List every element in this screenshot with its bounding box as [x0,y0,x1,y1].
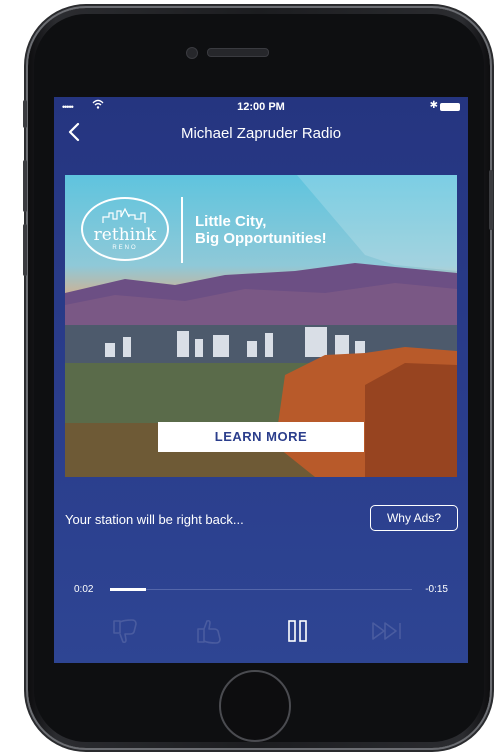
status-time: 12:00 PM [237,101,285,113]
learn-more-button[interactable]: LEARN MORE [158,422,364,452]
app-screen: ••••• 12:00 PM ✱ Michael Zapruder Radio [54,97,468,663]
thumbs-down-button[interactable] [110,617,146,647]
thumbs-down-icon [113,619,137,644]
pause-icon [288,620,307,642]
why-ads-button[interactable]: Why Ads? [370,505,458,531]
thumbs-up-button[interactable] [194,617,230,647]
skip-button[interactable] [370,617,406,647]
rethink-reno-logo: rethink RENO [81,197,169,261]
volume-down-button [23,224,27,276]
status-bar: ••••• 12:00 PM ✱ [54,97,468,117]
ad-logo-subtext: RENO [112,245,138,251]
skip-forward-icon [372,622,401,640]
ad-headline-line2: Big Opportunities! [195,230,327,247]
home-button[interactable] [219,670,291,742]
front-camera [186,47,198,59]
ad-banner[interactable]: rethink RENO Little City, Big Opportunit… [65,175,457,477]
remaining-time: -0:15 [425,584,448,595]
pause-button[interactable] [283,617,319,647]
ad-divider [181,197,183,263]
ad-headline-line1: Little City, [195,213,267,230]
bluetooth-icon: ✱ [429,100,438,111]
battery-icon [440,103,460,111]
ad-logo-text: rethink [93,225,157,245]
progress-fill [110,588,147,591]
earpiece-speaker [207,48,269,57]
volume-up-button [23,160,27,212]
power-button [489,170,493,230]
elapsed-time: 0:02 [74,584,94,595]
skyline-icon [102,207,146,223]
station-message: Your station will be right back... [65,512,244,527]
nav-bar: Michael Zapruder Radio [54,117,468,153]
mute-switch [23,100,27,128]
thumbs-up-icon [197,619,221,644]
progress-track[interactable] [110,588,412,591]
station-title: Michael Zapruder Radio [180,125,342,142]
ad-headline: Little City, Big Opportunities! [195,213,327,247]
